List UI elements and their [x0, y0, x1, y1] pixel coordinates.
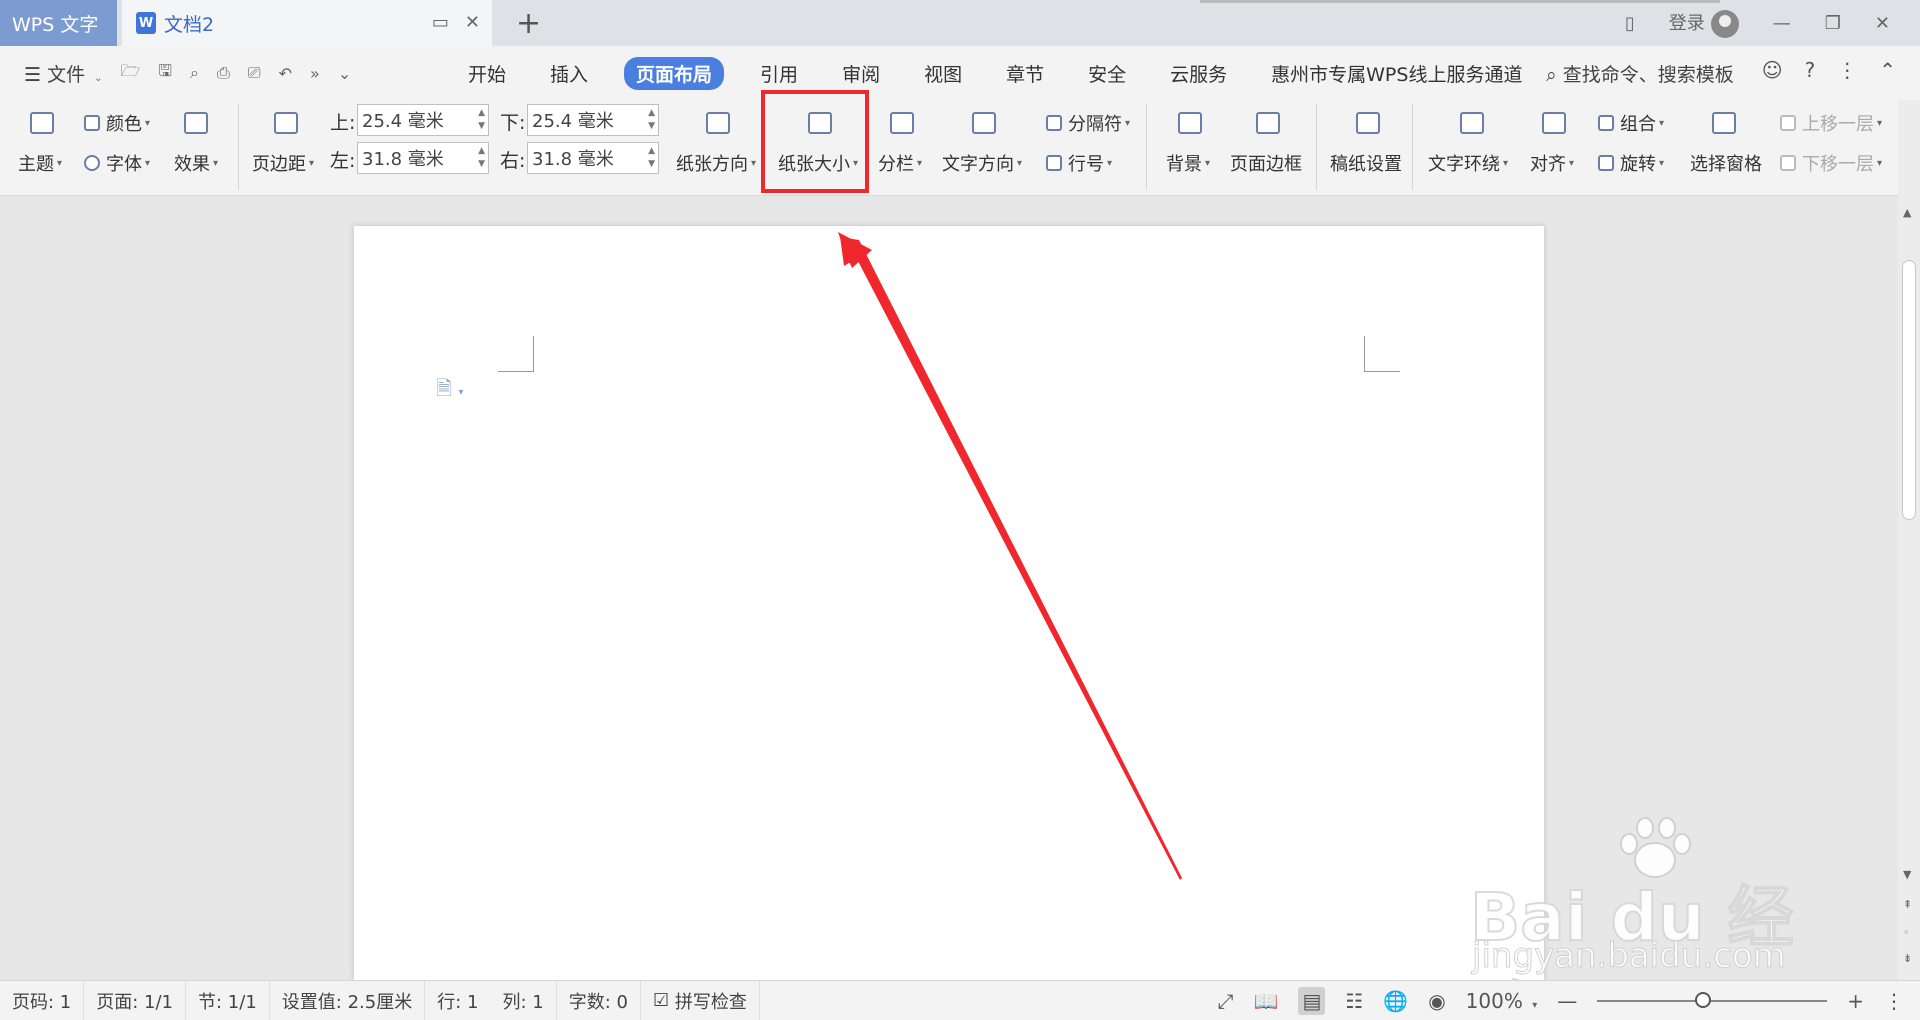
outline-view-icon[interactable]: ☷: [1345, 989, 1363, 1013]
zoom-in-icon[interactable]: +: [1847, 989, 1864, 1013]
zoom-slider[interactable]: [1597, 992, 1828, 1008]
more-status-icon[interactable]: ⋮: [1884, 989, 1904, 1013]
spell-check-icon: ☑: [652, 990, 670, 1011]
zoom-out-icon[interactable]: —: [1557, 989, 1577, 1013]
watermark-url: jingyan.baidu.com: [1472, 936, 1787, 977]
baidu-watermark: Bai du 经验 jingyan.baidu.com: [1460, 810, 1830, 1020]
eye-protect-icon[interactable]: ◉: [1428, 989, 1445, 1013]
fullscreen-icon[interactable]: ⤢: [1218, 989, 1234, 1013]
zoom-knob[interactable]: [1695, 992, 1712, 1008]
spell-check-button[interactable]: ☑ 拼写检查: [641, 980, 760, 1020]
read-mode-icon[interactable]: 📖: [1254, 989, 1279, 1013]
status-section[interactable]: 节: 1/1: [186, 980, 270, 1020]
page-view-icon[interactable]: ▤: [1298, 987, 1326, 1015]
status-col: 列: 1: [490, 980, 557, 1020]
status-page-code[interactable]: 页码: 1: [0, 980, 85, 1020]
status-setting[interactable]: 设置值: 2.5厘米: [270, 980, 426, 1020]
web-view-icon[interactable]: 🌐: [1383, 989, 1408, 1013]
status-pages[interactable]: 页面: 1/1: [84, 980, 187, 1020]
status-bar: 页码: 1 页面: 1/1 节: 1/1 设置值: 2.5厘米 行: 1 列: …: [0, 980, 1920, 1020]
status-word-count[interactable]: 字数: 0: [557, 980, 641, 1020]
zoom-value: 100%: [1465, 989, 1523, 1013]
status-row: 行: 1: [437, 991, 479, 1013]
spell-check-label: 拼写检查: [674, 991, 747, 1013]
zoom-level[interactable]: 100% ▾: [1466, 989, 1538, 1013]
